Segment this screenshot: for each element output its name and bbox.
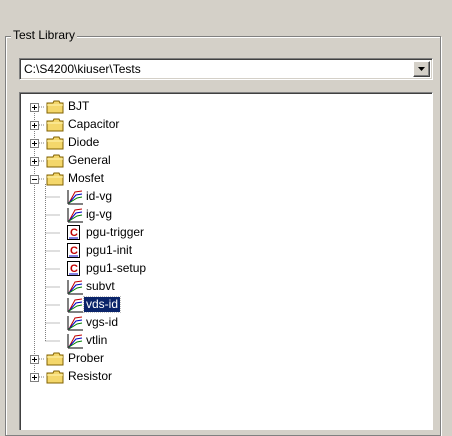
tree-node-label: BJT xyxy=(68,99,90,113)
tree-node-label: subvt xyxy=(86,279,115,293)
tree-node-label: vgs-id xyxy=(86,315,119,329)
tree-node-label: vtlin xyxy=(86,333,108,347)
tree-test-node[interactable]: Cpgu-trigger xyxy=(20,224,430,242)
expand-plus-icon[interactable] xyxy=(30,103,39,112)
tree-test-node[interactable]: ig-vg xyxy=(20,206,430,224)
tree-folder-node[interactable]: Mosfet xyxy=(20,170,430,188)
tree-folder-node[interactable]: Prober xyxy=(20,350,430,368)
tree-test-node[interactable]: id-vg xyxy=(20,188,430,206)
expand-plus-icon[interactable] xyxy=(30,373,39,382)
tree-node-label: Diode xyxy=(68,135,100,149)
tree-test-node[interactable]: vds-id xyxy=(20,296,430,314)
tree-node-label: pgu1-setup xyxy=(86,261,147,275)
tree-folder-node[interactable]: BJT xyxy=(20,98,430,116)
test-tree[interactable]: BJT Capacitor Diode General Mosfet id-vg ig-vg… xyxy=(19,92,433,430)
svg-text:C: C xyxy=(70,263,78,275)
tree-test-node[interactable]: vtlin xyxy=(20,332,430,350)
collapse-minus-icon[interactable] xyxy=(30,175,39,184)
chevron-down-icon xyxy=(418,67,425,71)
tree-node-label: Prober xyxy=(68,351,105,365)
svg-text:C: C xyxy=(70,227,78,239)
tree-folder-node[interactable]: General xyxy=(20,152,430,170)
combo-dropdown-button[interactable] xyxy=(413,61,430,77)
folder-icon xyxy=(46,370,64,389)
expand-plus-icon[interactable] xyxy=(30,355,39,364)
tree-node-label: ig-vg xyxy=(86,207,113,221)
tree-test-node[interactable]: subvt xyxy=(20,278,430,296)
tree-node-label: id-vg xyxy=(86,189,113,203)
tree-folder-node[interactable]: Resistor xyxy=(20,368,430,386)
path-combobox[interactable]: C:\S4200\kiuser\Tests xyxy=(19,58,433,80)
tree-node-label: General xyxy=(68,153,111,167)
tree-node-label: Resistor xyxy=(68,369,113,383)
tree-node-label: Mosfet xyxy=(68,171,105,185)
group-title: Test Library xyxy=(11,28,78,42)
svg-text:C: C xyxy=(70,245,78,257)
path-combo-value: C:\S4200\kiuser\Tests xyxy=(24,62,141,76)
tree-test-node[interactable]: Cpgu1-init xyxy=(20,242,430,260)
expand-plus-icon[interactable] xyxy=(30,139,39,148)
tree-node-label: Capacitor xyxy=(68,117,120,131)
tree-node-label: pgu1-init xyxy=(86,243,133,257)
tree-node-label: pgu-trigger xyxy=(86,225,145,239)
tree-folder-node[interactable]: Diode xyxy=(20,134,430,152)
tree-test-node[interactable]: vgs-id xyxy=(20,314,430,332)
tree-folder-node[interactable]: Capacitor xyxy=(20,116,430,134)
tree-test-node[interactable]: Cpgu1-setup xyxy=(20,260,430,278)
tree-node-label-selected: vds-id xyxy=(82,296,122,313)
expand-plus-icon[interactable] xyxy=(30,157,39,166)
expand-plus-icon[interactable] xyxy=(30,121,39,130)
